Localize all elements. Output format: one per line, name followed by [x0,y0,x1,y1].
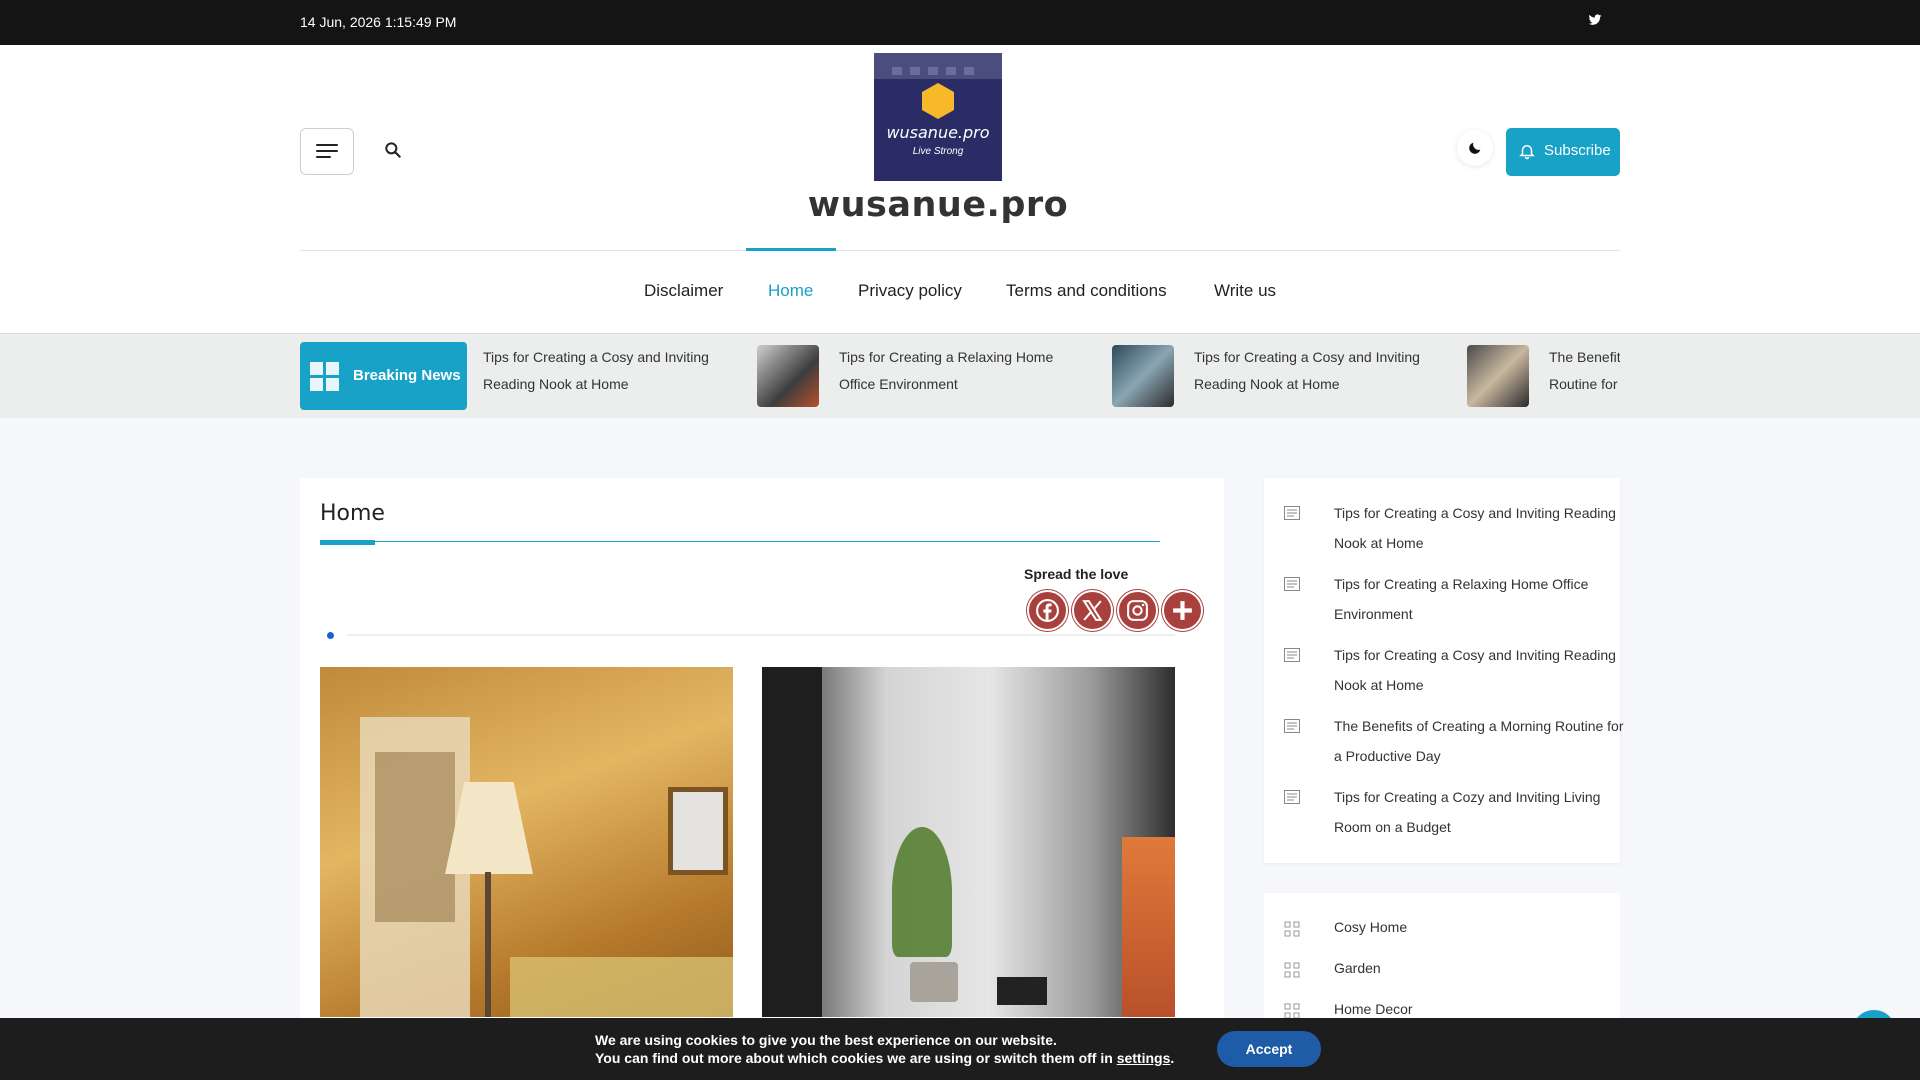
site-title[interactable]: wusanue.pro [700,185,1176,225]
category-link[interactable]: Cosy Home [1334,919,1407,935]
x-icon [1082,600,1103,621]
main-content: Home Spread the love [300,478,1224,1048]
post-image-plant[interactable] [762,667,1175,1017]
recent-post-link[interactable]: Tips for Creating a Relaxing Home Office… [1334,569,1624,629]
grid-icon [310,362,340,392]
twitter-icon[interactable] [1588,13,1602,27]
spread-the-love-label: Spread the love [1024,566,1129,582]
ticker-items: Tips for Creating a Cosy and Inviting Re… [467,334,1620,419]
ticker-thumbnail[interactable] [1467,345,1529,407]
subscribe-label: Subscribe [1544,142,1611,159]
site-header: wusanue.pro Live Strong wusanue.pro Subs… [0,45,1920,333]
cookie-banner: We are using cookies to give you the bes… [0,1018,1920,1080]
site-logo[interactable]: wusanue.pro Live Strong [874,53,1002,181]
recent-post-link[interactable]: The Benefits of Creating a Morning Routi… [1334,711,1624,771]
logo-hexagon [922,83,954,119]
nav-item-home[interactable]: Home [768,281,813,301]
more-share-button[interactable] [1162,590,1203,631]
ticker-item-title[interactable]: Tips for Creating a Relaxing Home Office… [839,344,1089,398]
title-underline [320,541,1160,542]
breaking-news-ticker: Breaking News Tips for Creating a Cosy a… [0,333,1920,418]
active-nav-indicator [746,248,836,251]
dark-mode-toggle[interactable] [1457,130,1493,166]
category-grid-icon [1284,1003,1300,1019]
moon-icon [1469,142,1481,154]
logo-name: wusanue.pro [886,123,990,142]
logo-tagline: Live Strong [912,146,964,157]
recent-post-link[interactable]: Tips for Creating a Cosy and Inviting Re… [1334,640,1624,700]
slider-track [347,634,1175,636]
category-grid-icon [1284,921,1300,937]
search-icon[interactable] [383,140,403,160]
instagram-share-button[interactable] [1117,590,1158,631]
cookie-message-line2: You can find out more about which cookie… [595,1050,1175,1066]
facebook-icon [1036,599,1059,622]
ticker-item-title[interactable]: Tips for Creating a Cosy and Inviting Re… [483,344,733,398]
current-datetime: 14 Jun, 2026 1:15:49 PM [300,14,457,30]
recent-post-link[interactable]: Tips for Creating a Cozy and Inviting Li… [1334,782,1624,842]
cookie-message-line1: We are using cookies to give you the bes… [595,1032,1057,1048]
recent-posts-widget: Tips for Creating a Cosy and Inviting Re… [1264,478,1624,863]
slider-dot[interactable] [327,632,334,639]
nav-item-disclaimer[interactable]: Disclaimer [644,281,723,301]
x-share-button[interactable] [1072,590,1113,631]
document-icon [1284,719,1300,733]
document-icon [1284,790,1300,804]
hamburger-icon [316,144,338,146]
top-bar: 14 Jun, 2026 1:15:49 PM [0,0,1920,45]
category-link[interactable]: Garden [1334,960,1381,976]
accept-cookies-button[interactable]: Accept [1217,1031,1321,1067]
ticker-item-title[interactable]: Tips for Creating a Cosy and Inviting Re… [1194,344,1444,398]
facebook-share-button[interactable] [1027,590,1068,631]
ticker-thumbnail[interactable] [1112,345,1174,407]
subscribe-button[interactable]: Subscribe [1506,128,1620,176]
post-image-lamp[interactable] [320,667,733,1017]
main-nav: Disclaimer Home Privacy policy Terms and… [0,248,1920,331]
document-icon [1284,648,1300,662]
page-title: Home [320,501,385,526]
ticker-item-title[interactable]: The Benefits of Creating a Morning Routi… [1549,344,1620,398]
cookie-settings-link[interactable]: settings [1117,1050,1171,1066]
category-grid-icon [1284,962,1300,978]
nav-item-terms[interactable]: Terms and conditions [1006,281,1167,301]
instagram-icon [1127,600,1148,621]
breaking-news-label: Breaking News [300,342,467,410]
document-icon [1284,577,1300,591]
bell-icon [1519,145,1535,160]
plus-icon [1173,601,1192,620]
nav-item-write-us[interactable]: Write us [1214,281,1276,301]
menu-toggle-button[interactable] [300,128,354,175]
category-link[interactable]: Home Decor [1334,1001,1413,1017]
nav-item-privacy-policy[interactable]: Privacy policy [858,281,962,301]
recent-post-link[interactable]: Tips for Creating a Cosy and Inviting Re… [1334,498,1624,558]
document-icon [1284,506,1300,520]
ticker-thumbnail[interactable] [757,345,819,407]
